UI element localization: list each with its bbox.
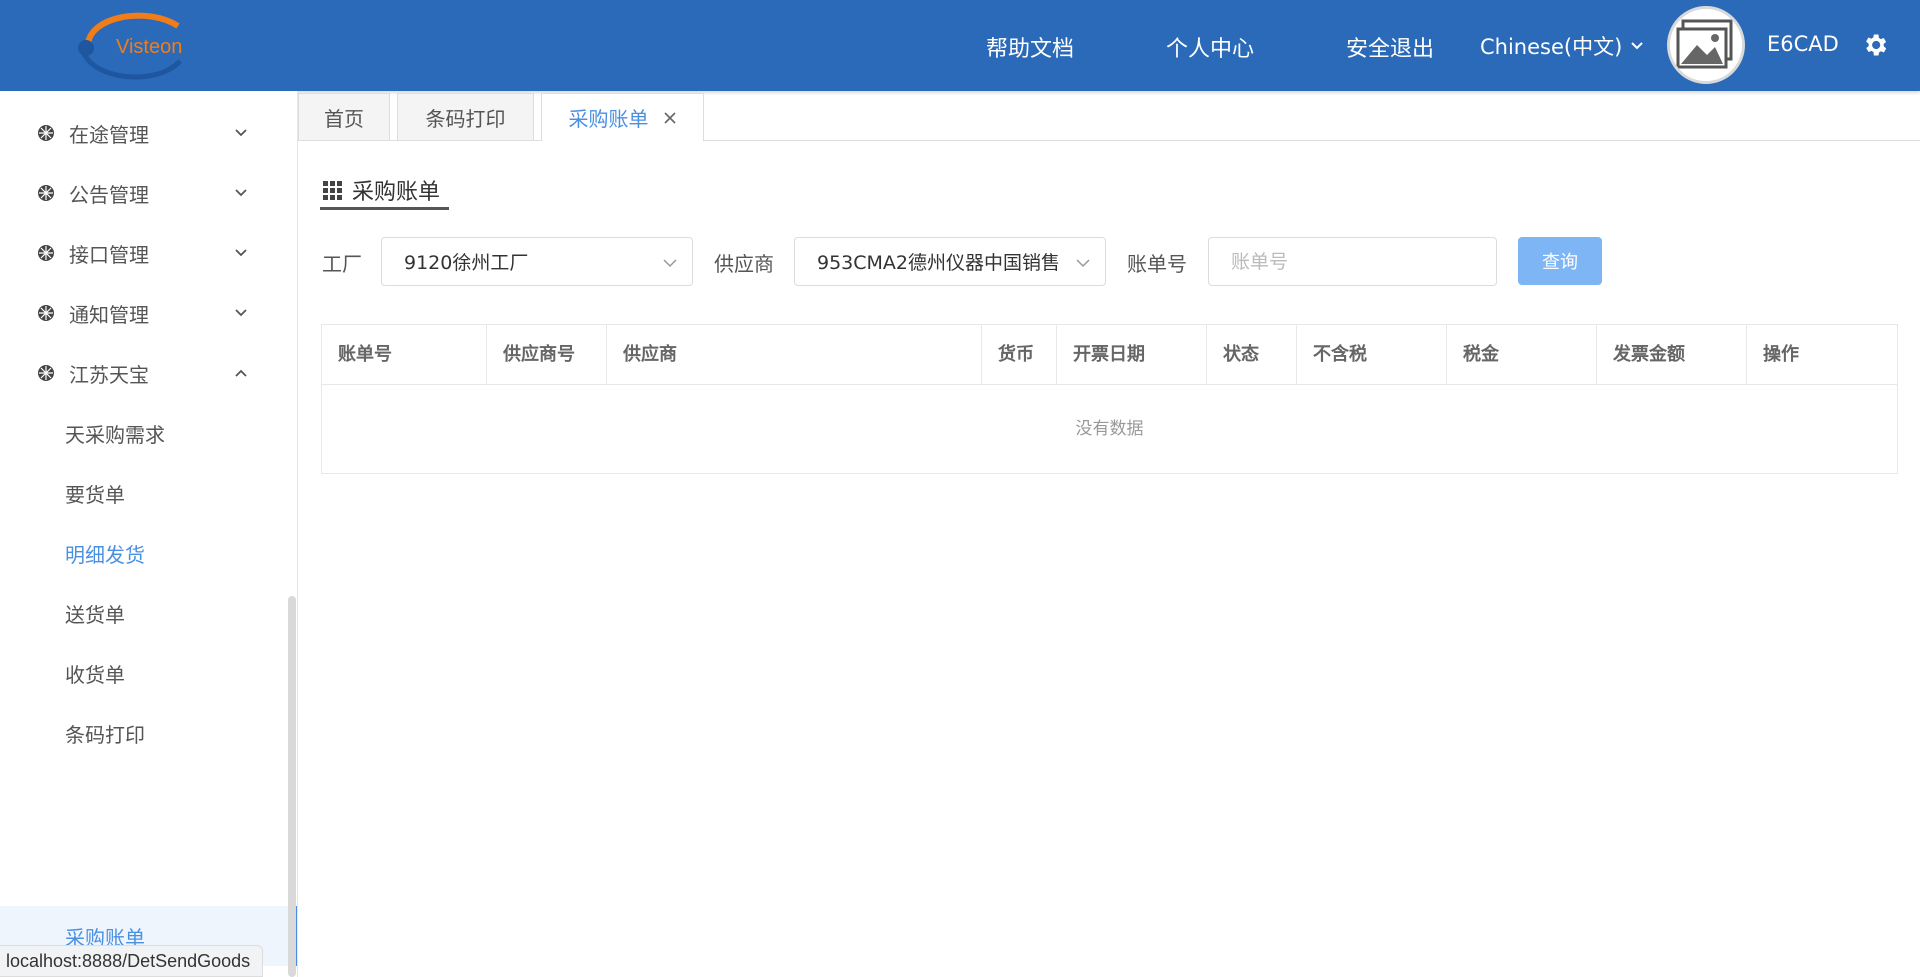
tab-home[interactable]: 首页	[298, 93, 390, 140]
image-placeholder-icon	[1676, 19, 1733, 69]
column-header[interactable]: 开票日期	[1057, 325, 1207, 385]
svg-text:Visteon: Visteon	[116, 36, 182, 58]
sidebar-item-goods-order[interactable]: 要货单	[0, 463, 297, 523]
sidebar-item-label: 要货单	[65, 482, 125, 507]
status-url-bar: localhost:8888/DetSendGoods	[0, 945, 264, 977]
help-docs-link[interactable]: 帮助文档	[986, 31, 1074, 63]
sidebar-group-label: 江苏天宝	[69, 362, 149, 387]
tab-label: 条码打印	[425, 106, 506, 131]
title-underline	[320, 207, 449, 210]
sidebar-group-announcements[interactable]: 公告管理	[0, 163, 297, 223]
tab-label: 首页	[324, 106, 364, 131]
visteon-logo[interactable]: Visteon	[68, 6, 203, 86]
sidebar-item-label: 收货单	[65, 662, 125, 687]
sidebar-group-label: 接口管理	[69, 242, 149, 267]
avatar[interactable]	[1667, 6, 1745, 84]
empty-state-text: 没有数据	[1075, 419, 1144, 439]
sidebar-group-jiangsu-tianbao[interactable]: 江苏天宝	[0, 343, 297, 403]
supplier-select-value: 953CMA2德州仪器中国销售	[817, 252, 1061, 274]
sidebar-group-interfaces[interactable]: 接口管理	[0, 223, 297, 283]
column-header[interactable]: 状态	[1207, 325, 1297, 385]
sidebar-item-label: 天采购需求	[65, 422, 165, 447]
personal-center-link[interactable]: 个人中心	[1166, 31, 1254, 63]
tab-purchase-bill[interactable]: 采购账单	[541, 93, 704, 141]
chevron-down-icon	[235, 249, 247, 257]
column-header[interactable]: 发票金额	[1597, 325, 1747, 385]
sidebar-group-label: 公告管理	[69, 182, 149, 207]
sidebar-item-label: 条码打印	[65, 722, 145, 747]
page-title: 采购账单	[322, 170, 440, 210]
query-button[interactable]: 查询	[1518, 237, 1602, 285]
factory-select[interactable]: 9120徐州工厂	[381, 237, 693, 286]
supplier-label: 供应商	[714, 252, 774, 276]
factory-label: 工厂	[322, 252, 362, 276]
circle-menu-icon	[38, 125, 54, 141]
sidebar: 在途管理 公告管理 接口管理 通知管理 江苏天宝 天采购需求 要货单 明细发货 …	[0, 91, 298, 977]
language-selector[interactable]: Chinese(中文)	[1480, 31, 1644, 61]
sidebar-scrollbar[interactable]	[288, 596, 296, 977]
language-label: Chinese(中文)	[1480, 35, 1623, 59]
logout-link[interactable]: 安全退出	[1346, 31, 1434, 63]
circle-menu-icon	[38, 185, 54, 201]
factory-select-value: 9120徐州工厂	[404, 252, 529, 274]
sidebar-item-detail-shipping[interactable]: 明细发货	[0, 523, 297, 583]
sidebar-group-label: 在途管理	[69, 122, 149, 147]
column-header[interactable]: 操作	[1747, 325, 1897, 385]
sidebar-group-label: 通知管理	[69, 302, 149, 327]
gear-icon[interactable]	[1861, 31, 1889, 59]
bill-table: 账单号 供应商号 供应商 货币 开票日期 状态 不含税 税金 发票金额 操作 没…	[321, 324, 1898, 474]
supplier-select[interactable]: 953CMA2德州仪器中国销售	[794, 237, 1106, 286]
chevron-down-icon	[1076, 259, 1090, 268]
sidebar-item-label: 送货单	[65, 602, 125, 627]
circle-menu-icon	[38, 365, 54, 381]
column-header[interactable]: 供应商号	[487, 325, 607, 385]
page-title-text: 采购账单	[352, 180, 441, 205]
column-header[interactable]: 账单号	[322, 325, 487, 385]
chevron-down-icon	[1631, 42, 1644, 50]
circle-menu-icon	[38, 305, 54, 321]
sidebar-group-notifications[interactable]: 通知管理	[0, 283, 297, 343]
column-header[interactable]: 税金	[1447, 325, 1597, 385]
tab-barcode-print[interactable]: 条码打印	[397, 93, 534, 140]
chevron-down-icon	[663, 259, 677, 268]
sidebar-item-barcode-print[interactable]: 条码打印	[0, 703, 297, 763]
table-header: 账单号 供应商号 供应商 货币 开票日期 状态 不含税 税金 发票金额 操作	[322, 325, 1897, 385]
sidebar-item-receipt[interactable]: 收货单	[0, 643, 297, 703]
column-header[interactable]: 供应商	[607, 325, 982, 385]
column-header[interactable]: 货币	[982, 325, 1057, 385]
tab-bar: 首页 条码打印 采购账单	[298, 91, 1920, 141]
chevron-down-icon	[235, 189, 247, 197]
bill-number-label: 账单号	[1127, 252, 1187, 276]
sidebar-item-label: 明细发货	[65, 542, 145, 567]
bill-number-input[interactable]	[1208, 237, 1497, 286]
top-header: Visteon 帮助文档 个人中心 安全退出 Chinese(中文) E6CAD	[0, 0, 1920, 91]
chevron-down-icon	[235, 129, 247, 137]
column-header[interactable]: 不含税	[1297, 325, 1447, 385]
circle-menu-icon	[38, 245, 54, 261]
username: E6CAD	[1767, 32, 1839, 56]
chevron-up-icon	[235, 369, 247, 377]
sidebar-group-transit[interactable]: 在途管理	[0, 103, 297, 163]
grid-icon	[323, 181, 342, 200]
chevron-down-icon	[235, 309, 247, 317]
sidebar-item-purchase-demand[interactable]: 天采购需求	[0, 403, 297, 463]
close-icon[interactable]	[663, 111, 677, 125]
tab-label: 采购账单	[568, 107, 649, 131]
sidebar-item-delivery-note[interactable]: 送货单	[0, 583, 297, 643]
